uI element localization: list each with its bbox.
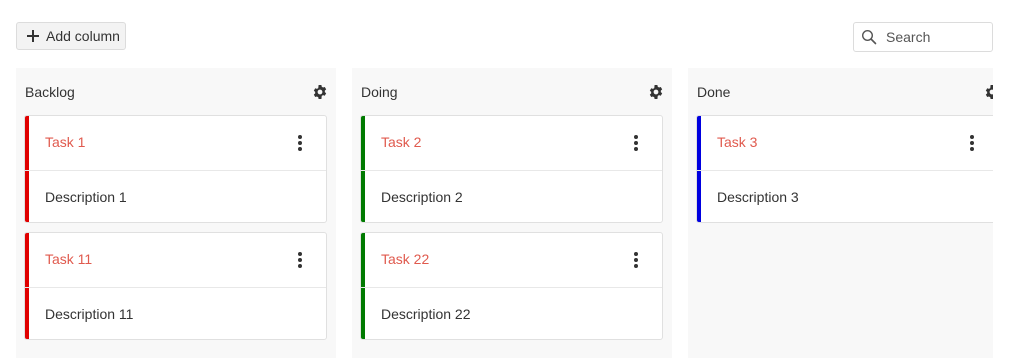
kebab-menu-icon[interactable] xyxy=(634,252,638,268)
gear-icon[interactable] xyxy=(312,84,328,100)
search-icon xyxy=(861,29,877,45)
column-done: Done Task 3 Description 3 xyxy=(688,68,993,358)
task-card[interactable]: Task 22 Description 22 xyxy=(360,232,663,340)
kebab-menu-icon[interactable] xyxy=(298,135,302,151)
card-title: Task 3 xyxy=(717,134,758,150)
task-card[interactable]: Task 1 Description 1 xyxy=(24,115,327,223)
kebab-menu-icon[interactable] xyxy=(634,135,638,151)
card-description: Description 11 xyxy=(45,306,134,322)
task-card[interactable]: Task 2 Description 2 xyxy=(360,115,663,223)
card-title: Task 11 xyxy=(45,251,93,267)
column-title: Doing xyxy=(361,84,398,100)
board: Backlog Task 1 Description 1 Task 11 Des… xyxy=(16,68,993,358)
search-box[interactable] xyxy=(853,22,993,52)
plus-icon xyxy=(27,30,39,42)
column-header: Backlog xyxy=(16,68,336,115)
task-card[interactable]: Task 11 Description 11 xyxy=(24,232,327,340)
task-card[interactable]: Task 3 Description 3 xyxy=(696,115,993,223)
toolbar: Add column xyxy=(16,22,993,52)
card-description: Description 22 xyxy=(381,306,471,322)
card-title: Task 2 xyxy=(381,134,422,150)
card-title: Task 1 xyxy=(45,134,86,150)
gear-icon[interactable] xyxy=(648,84,664,100)
add-column-button[interactable]: Add column xyxy=(16,22,126,50)
column-backlog: Backlog Task 1 Description 1 Task 11 Des… xyxy=(16,68,336,358)
card-header: Task 3 xyxy=(697,116,993,171)
search-input[interactable] xyxy=(886,29,981,45)
column-doing: Doing Task 2 Description 2 Task 22 Descr… xyxy=(352,68,672,358)
kebab-menu-icon[interactable] xyxy=(298,252,302,268)
column-title: Done xyxy=(697,84,731,100)
card-header: Task 11 xyxy=(25,233,326,288)
column-header: Done xyxy=(688,68,993,115)
kanban-page: Add column Backlog Task 1 xyxy=(0,0,1019,358)
card-description: Description 3 xyxy=(717,189,799,205)
card-header: Task 22 xyxy=(361,233,662,288)
column-header: Doing xyxy=(352,68,672,115)
add-column-label: Add column xyxy=(46,28,120,44)
card-title: Task 22 xyxy=(381,251,430,267)
column-title: Backlog xyxy=(25,84,75,100)
card-description: Description 1 xyxy=(45,189,127,205)
card-description: Description 2 xyxy=(381,189,463,205)
card-header: Task 2 xyxy=(361,116,662,171)
card-header: Task 1 xyxy=(25,116,326,171)
gear-icon[interactable] xyxy=(984,84,993,100)
kebab-menu-icon[interactable] xyxy=(970,135,974,151)
